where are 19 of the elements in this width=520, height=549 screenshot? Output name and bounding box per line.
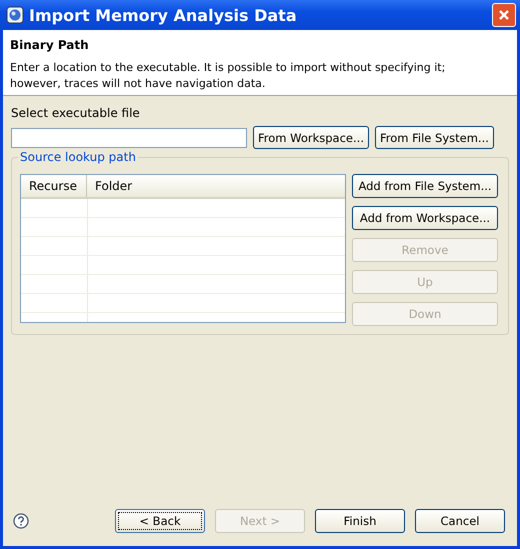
close-button[interactable]: [492, 3, 516, 27]
field-label: Select executable file: [11, 106, 141, 120]
page-title: Binary Path: [10, 38, 90, 52]
column-header[interactable]: Folder: [87, 175, 345, 197]
executable-field[interactable]: [11, 128, 247, 148]
browse-button[interactable]: From Workspace...: [253, 126, 369, 149]
column-header[interactable]: Recurse: [21, 175, 87, 197]
page-description: Enter a location to the executable. It is possible to import without specifying it; however, traces will not have navigation data.: [10, 60, 446, 92]
wizard-button[interactable]: Cancel: [415, 509, 505, 533]
close-icon: [498, 9, 510, 21]
wizard-button[interactable]: Finish: [315, 509, 405, 533]
wizard-button[interactable]: < Back: [115, 509, 205, 533]
browse-button[interactable]: From File System...: [374, 126, 494, 149]
globe-icon: [6, 6, 24, 24]
action-button[interactable]: Add from File System...: [352, 174, 498, 198]
group-title: Source lookup path: [18, 150, 138, 164]
action-button[interactable]: Add from Workspace...: [352, 206, 498, 230]
window-title: Import Memory Analysis Data: [29, 6, 298, 24]
help-icon[interactable]: [13, 513, 29, 529]
